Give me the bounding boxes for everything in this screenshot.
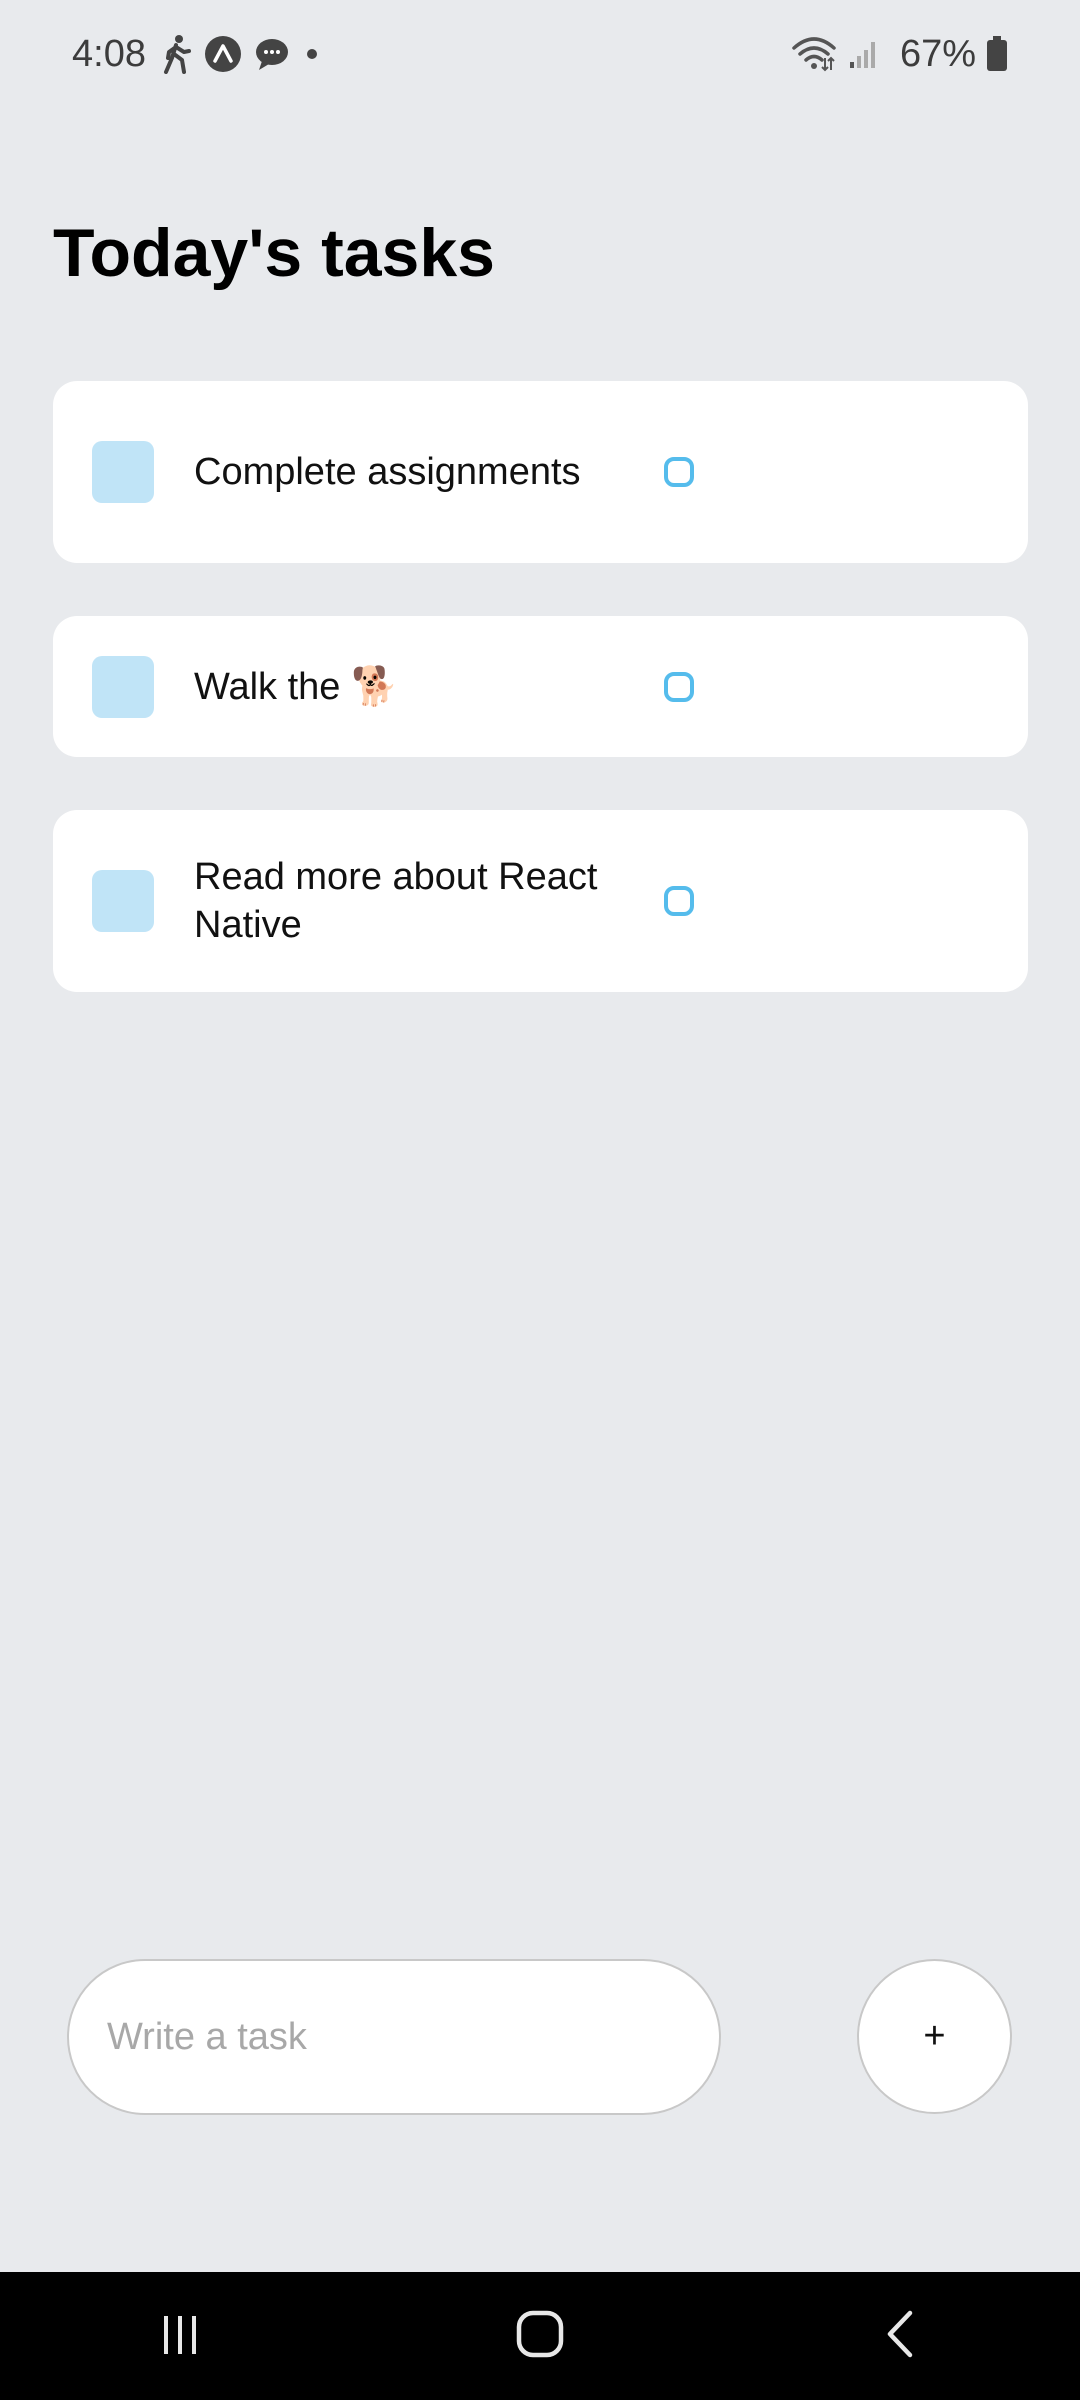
status-right: 67% xyxy=(792,26,1008,82)
nav-bar xyxy=(0,2272,1080,2400)
a-app-icon xyxy=(204,35,242,73)
chat-bubble-icon xyxy=(254,37,290,71)
add-task-button[interactable]: + xyxy=(857,1959,1012,2114)
task-circle-icon[interactable] xyxy=(664,671,694,702)
home-icon xyxy=(515,2309,565,2364)
task-item[interactable]: Walk the 🐕 xyxy=(53,616,1028,757)
task-item[interactable]: Read more about React Native xyxy=(53,810,1028,992)
task-square-icon xyxy=(92,655,154,718)
task-item[interactable]: Complete assignments xyxy=(53,381,1028,563)
task-square-icon xyxy=(92,441,154,503)
task-input[interactable] xyxy=(67,1959,721,2115)
status-time: 4:08 xyxy=(72,32,146,75)
signal-icon xyxy=(848,38,880,70)
status-bar: 4:08 67% xyxy=(0,0,1080,108)
task-text: Read more about React Native xyxy=(194,856,598,946)
dot-icon xyxy=(302,44,322,64)
task-list: Complete assignments Walk the 🐕 Read mor… xyxy=(53,381,1028,1045)
task-text: Complete assignments xyxy=(194,451,581,493)
recent-apps-button[interactable] xyxy=(90,2272,270,2400)
walking-icon xyxy=(162,34,192,74)
page-title: Today's tasks xyxy=(53,215,495,291)
battery-icon xyxy=(986,36,1008,72)
back-icon xyxy=(882,2309,918,2364)
back-button[interactable] xyxy=(810,2272,990,2400)
task-square-icon xyxy=(92,870,154,932)
battery-percentage: 67% xyxy=(899,32,976,75)
task-circle-icon[interactable] xyxy=(664,457,694,487)
home-button[interactable] xyxy=(450,2272,630,2400)
recent-apps-icon xyxy=(158,2312,202,2361)
task-circle-icon[interactable] xyxy=(664,886,694,916)
task-text: Walk the 🐕 xyxy=(194,665,399,708)
wifi-icon xyxy=(792,36,836,72)
status-left: 4:08 xyxy=(72,26,334,82)
